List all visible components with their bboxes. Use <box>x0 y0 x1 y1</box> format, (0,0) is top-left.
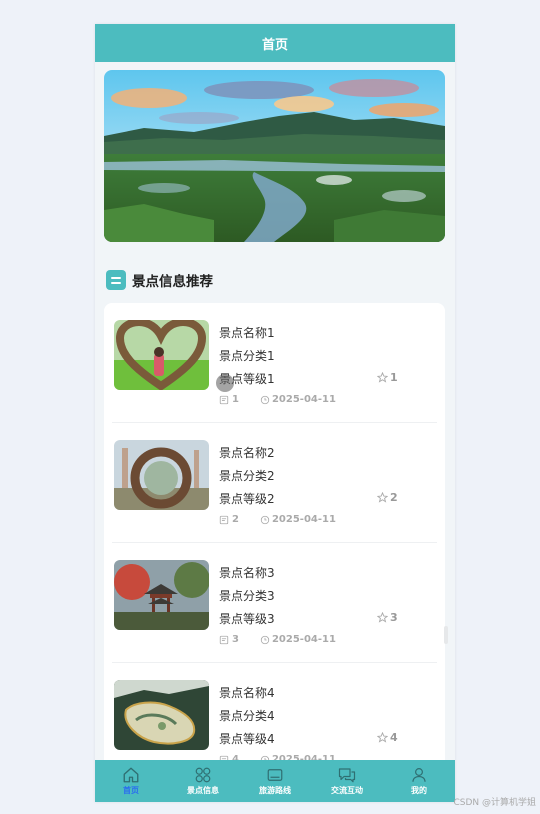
pavilion-photo <box>114 560 209 630</box>
favorite-count[interactable]: 1 <box>377 371 398 384</box>
map-panel-photo <box>114 680 209 750</box>
tab-label: 景点信息 <box>187 786 219 795</box>
favorite-count-value: 3 <box>390 611 398 624</box>
touch-cursor <box>216 374 234 392</box>
banner-image[interactable] <box>104 70 445 242</box>
spot-name: 景点名称1 <box>219 326 275 340</box>
favorite-count[interactable]: 2 <box>377 491 398 504</box>
grid-icon <box>195 767 211 783</box>
tab-label: 旅游路线 <box>259 786 291 795</box>
section-title: 景点信息推荐 <box>132 274 213 290</box>
spot-name: 景点名称2 <box>219 446 275 460</box>
view-count: 2 <box>232 514 239 525</box>
spot-category: 景点分类3 <box>219 589 275 603</box>
spot-list: 景点名称1 景点分类1 景点等级1 1 1 2025-04-11 景点名称2 景… <box>104 303 445 802</box>
favorite-count[interactable]: 4 <box>377 731 398 744</box>
tab-spots[interactable]: 景点信息 <box>167 760 239 802</box>
tab-label: 首页 <box>123 786 139 795</box>
star-icon <box>377 612 388 623</box>
route-icon <box>267 769 283 781</box>
view-count: 1 <box>232 394 239 405</box>
spot-meta: 1 2025-04-11 <box>219 394 336 405</box>
top-navigation-bar: 首页 <box>95 24 455 62</box>
phone-frame: 首页 景点信息推荐 景点名称1 景点分类1 景点等级1 1 1 2025-04-… <box>95 24 455 802</box>
comment-icon <box>219 395 229 404</box>
spot-meta: 2 2025-04-11 <box>219 514 336 525</box>
clock-icon <box>260 515 270 524</box>
scrollbar-thumb[interactable] <box>444 626 448 644</box>
section-header: 景点信息推荐 <box>106 269 213 291</box>
tab-routes[interactable]: 旅游路线 <box>239 760 311 802</box>
spot-meta: 3 2025-04-11 <box>219 634 336 645</box>
view-count: 3 <box>232 634 239 645</box>
comment-icon <box>219 635 229 644</box>
spot-item-2[interactable]: 景点名称2 景点分类2 景点等级2 2 2 2025-04-11 <box>112 423 437 543</box>
spot-category: 景点分类4 <box>219 709 275 723</box>
publish-date: 2025-04-11 <box>271 634 336 645</box>
tab-label: 我的 <box>411 786 427 795</box>
watermark: CSDN @计算机学姐 <box>453 798 536 808</box>
spot-category: 景点分类1 <box>219 349 275 363</box>
clock-icon <box>260 635 270 644</box>
clock-icon <box>260 395 270 404</box>
star-icon <box>377 372 388 383</box>
publish-date: 2025-04-11 <box>271 514 336 525</box>
banner-landscape-graphic <box>104 70 445 242</box>
nest-arch-photo <box>114 440 209 510</box>
page-title: 首页 <box>261 37 288 53</box>
list-icon <box>106 270 126 290</box>
favorite-count-value: 1 <box>390 371 398 384</box>
chat-icon <box>338 768 356 783</box>
favorite-count-value: 2 <box>390 491 398 504</box>
publish-date: 2025-04-11 <box>271 394 336 405</box>
tab-profile[interactable]: 我的 <box>383 760 455 802</box>
heart-frame-photo <box>114 320 209 390</box>
tab-home[interactable]: 首页 <box>95 760 167 802</box>
spot-level: 景点等级3 <box>219 612 275 626</box>
spot-category: 景点分类2 <box>219 469 275 483</box>
bottom-tab-bar: 首页 景点信息 旅游路线 交流互动 我的 <box>95 760 455 802</box>
spot-item-1[interactable]: 景点名称1 景点分类1 景点等级1 1 1 2025-04-11 <box>112 303 437 423</box>
spot-item-3[interactable]: 景点名称3 景点分类3 景点等级3 3 3 2025-04-11 <box>112 543 437 663</box>
spot-name: 景点名称4 <box>219 686 275 700</box>
tab-label: 交流互动 <box>331 786 363 795</box>
star-icon <box>377 492 388 503</box>
comment-icon <box>219 515 229 524</box>
spot-level: 景点等级4 <box>219 732 275 746</box>
spot-name: 景点名称3 <box>219 566 275 580</box>
favorite-count[interactable]: 3 <box>377 611 398 624</box>
star-icon <box>377 732 388 743</box>
tab-community[interactable]: 交流互动 <box>311 760 383 802</box>
home-icon <box>123 767 139 783</box>
spot-level: 景点等级2 <box>219 492 275 506</box>
favorite-count-value: 4 <box>390 731 398 744</box>
user-icon <box>412 768 426 782</box>
